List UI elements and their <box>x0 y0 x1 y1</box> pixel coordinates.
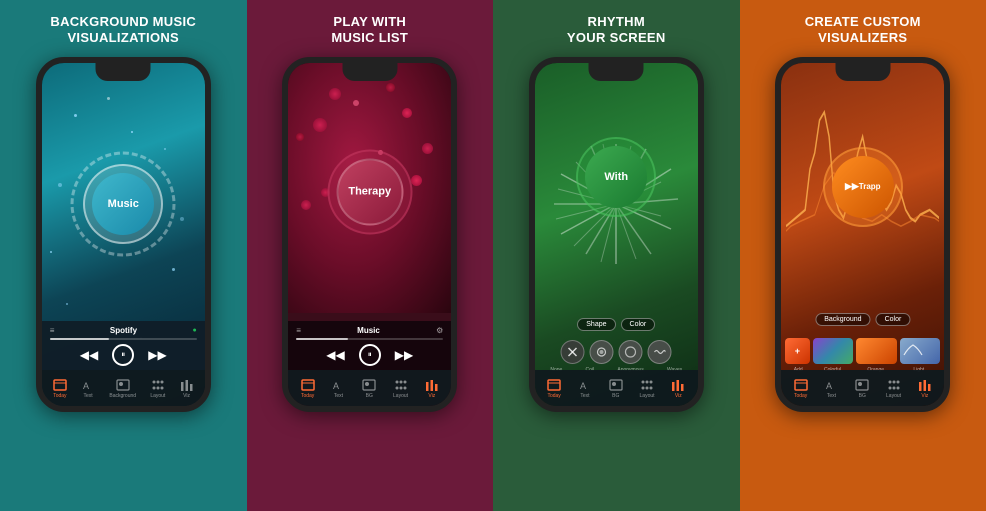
svg-text:A: A <box>83 381 89 391</box>
nav-label-bars-1: Viz <box>183 393 190 399</box>
viz-label-1: Music <box>92 173 154 235</box>
color-button-4[interactable]: Color <box>876 313 911 326</box>
panel-4-title: CREATE CUSTOMVISUALIZERS <box>805 14 921 47</box>
prev-icon-2[interactable]: ◀◀ <box>326 348 344 362</box>
phone-screen-2: Therapy ≡ Music ⚙ ◀◀ ⏸ ▶▶ <box>288 63 451 406</box>
panel-2-title: PLAY WITHMUSIC LIST <box>331 14 408 47</box>
nav-stars-4[interactable]: Layout <box>886 379 901 399</box>
nav-gallery-1[interactable]: Background <box>109 379 136 399</box>
light-swatch[interactable] <box>900 338 941 364</box>
orange-swatch[interactable] <box>856 338 897 364</box>
nav-label-today-2: Today <box>301 393 314 399</box>
panel-music-list: PLAY WITHMUSIC LIST <box>247 0 494 511</box>
nav-bars-1[interactable]: Viz <box>180 379 194 399</box>
tool-row-3 <box>561 340 672 364</box>
viz-label-3: With <box>585 146 647 208</box>
color-swatches-4: + <box>785 338 940 364</box>
phone-frame-2: Therapy ≡ Music ⚙ ◀◀ ⏸ ▶▶ <box>282 57 457 412</box>
overlay-buttons-3: Shape Color <box>577 318 655 331</box>
nav-today-1[interactable]: Today <box>53 379 67 399</box>
nav-stars-3[interactable]: Layout <box>640 379 655 399</box>
music-player-2: ≡ Music ⚙ ◀◀ ⏸ ▶▶ <box>288 321 451 370</box>
nav-label-audio-1: Text <box>84 393 93 399</box>
panel-3-title: RHYTHMYOUR SCREEN <box>567 14 666 47</box>
nav-today-4[interactable]: Today <box>794 379 808 399</box>
tool-none[interactable] <box>561 340 585 364</box>
viz-circle-3: With <box>576 137 656 217</box>
phone-frame-4: ▶▶Trapp Background Color + <box>775 57 950 412</box>
nav-bars-2[interactable]: Viz <box>425 379 439 399</box>
bottom-nav-1: Today A Text Background Layout Viz <box>42 370 205 406</box>
nav-a-3[interactable]: A Text <box>578 379 592 399</box>
phone-screen-1: Music ≡ Spotify ● ◀◀ ⏸ ▶▶ <box>42 63 205 406</box>
tool-anonymous[interactable] <box>619 340 643 364</box>
shape-button[interactable]: Shape <box>577 318 615 331</box>
next-icon[interactable]: ▶▶ <box>148 348 166 362</box>
nav-a-2[interactable]: A Text <box>331 379 345 399</box>
nav-label-gallery-1: Background <box>109 393 136 399</box>
nav-label-today-1: Today <box>53 393 66 399</box>
panel-background-music: BACKGROUND MUSICVISUALIZATIONS Music <box>0 0 247 511</box>
phone-frame-3: With Shape Color <box>529 57 704 412</box>
phone-screen-4: ▶▶Trapp Background Color + <box>781 63 944 406</box>
nav-stars-2[interactable]: Layout <box>393 379 408 399</box>
svg-text:A: A <box>333 381 339 391</box>
colorful-swatch[interactable] <box>813 338 854 364</box>
phone-screen-3: With Shape Color <box>535 63 698 406</box>
add-swatch[interactable]: + <box>785 338 809 364</box>
viz-circle-4: ▶▶Trapp <box>823 147 903 227</box>
spotify-label: Spotify <box>110 326 137 335</box>
viz-circle-2: Therapy <box>327 149 412 234</box>
nav-bars-3[interactable]: Viz <box>671 379 685 399</box>
prev-icon[interactable]: ◀◀ <box>80 348 98 362</box>
color-button[interactable]: Color <box>621 318 656 331</box>
nav-today-3[interactable]: Today <box>547 379 561 399</box>
nav-image-4[interactable]: BG <box>855 379 869 399</box>
bottom-nav-4: Today A Text BG Layout Viz <box>781 370 944 406</box>
nav-label-stars-1: Layout <box>150 393 165 399</box>
svg-text:A: A <box>580 381 586 391</box>
panel-custom-visualizers: CREATE CUSTOMVISUALIZERS ▶▶Trapp Backgro… <box>740 0 986 511</box>
overlay-buttons-4: Background Color <box>815 313 910 326</box>
viz-circle-1: Music <box>83 164 163 244</box>
nav-bars-4[interactable]: Viz <box>918 379 932 399</box>
spotify-bar: ≡ Spotify ● ◀◀ ⏸ ▶▶ <box>42 321 205 370</box>
viz-label-4: ▶▶Trapp <box>832 156 894 218</box>
nav-image-2[interactable]: BG <box>362 379 376 399</box>
bottom-nav-3: Today A Text BG Layout Viz <box>535 370 698 406</box>
pause-button[interactable]: ⏸ <box>112 344 134 366</box>
tool-waves[interactable] <box>648 340 672 364</box>
pause-button-2[interactable]: ⏸ <box>359 344 381 366</box>
nav-audio-1[interactable]: A Text <box>81 379 95 399</box>
bottom-nav-2: Today A Text BG Layout Viz <box>288 370 451 406</box>
tool-coil[interactable] <box>590 340 614 364</box>
panel-rhythm-screen: RHYTHMYOUR SCREEN <box>493 0 740 511</box>
nav-a-4[interactable]: A Text <box>824 379 838 399</box>
panel-1-title: BACKGROUND MUSICVISUALIZATIONS <box>50 14 196 47</box>
nav-stars-1[interactable]: Layout <box>150 379 165 399</box>
background-button[interactable]: Background <box>815 313 870 326</box>
music-label-2: Music <box>357 326 380 335</box>
svg-text:A: A <box>826 381 832 391</box>
viz-label-2: Therapy <box>336 158 403 225</box>
phone-frame-1: Music ≡ Spotify ● ◀◀ ⏸ ▶▶ <box>36 57 211 412</box>
nav-image-3[interactable]: BG <box>609 379 623 399</box>
nav-today-2[interactable]: Today <box>301 379 315 399</box>
next-icon-2[interactable]: ▶▶ <box>395 348 413 362</box>
